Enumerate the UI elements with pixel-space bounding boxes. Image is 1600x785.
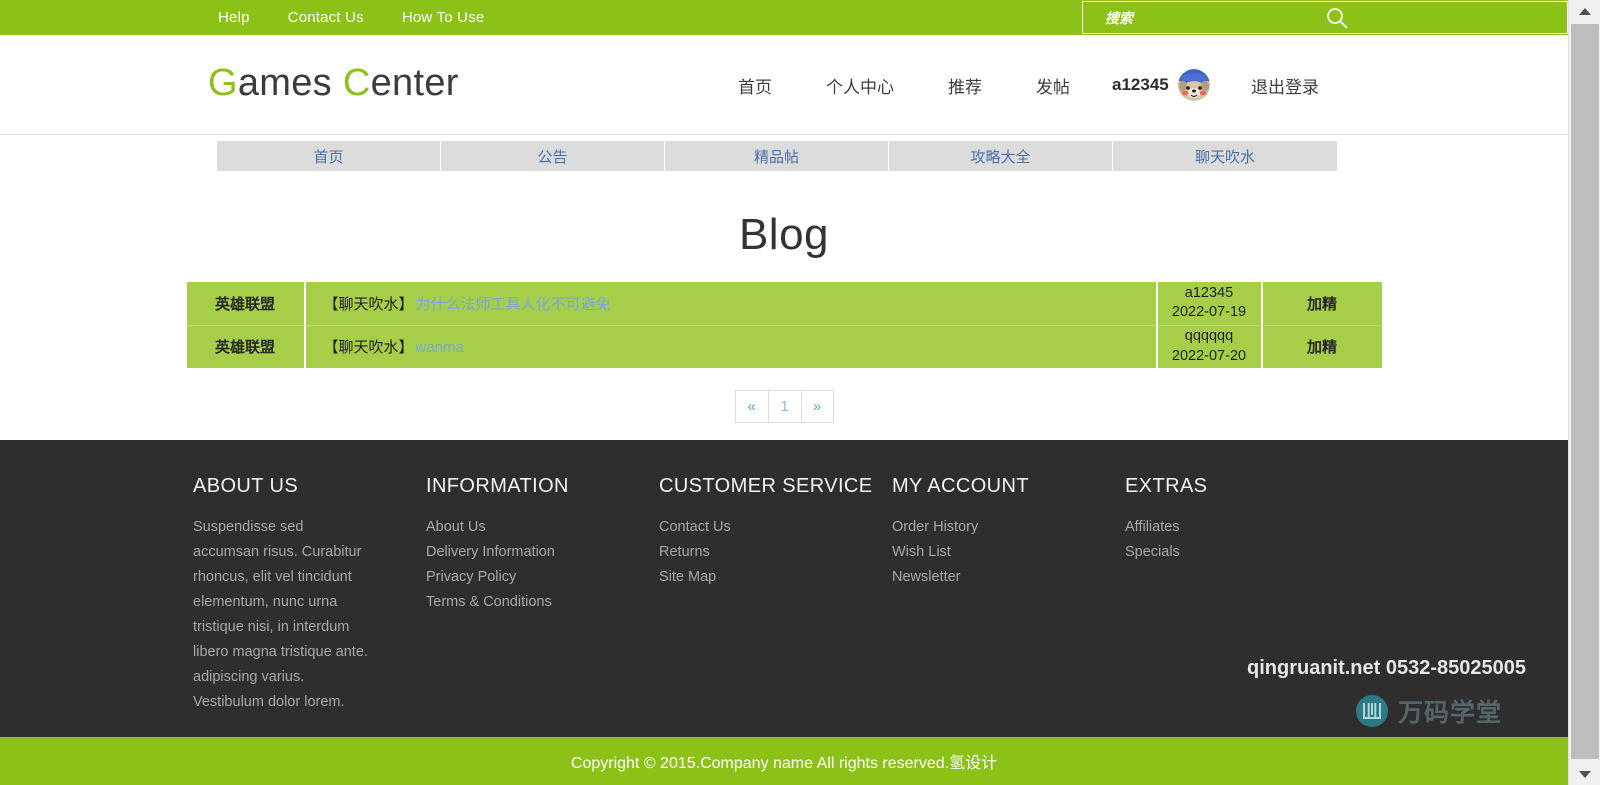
post-section-prefix: 【聊天吹水】 xyxy=(323,295,414,313)
post-author: a12345 xyxy=(1184,284,1234,301)
feature-post-button[interactable]: 加精 xyxy=(1261,325,1382,368)
pagination-next-button[interactable]: » xyxy=(800,390,834,423)
footer-columns: ABOUT US Suspendisse sed accumsan risus.… xyxy=(193,475,1358,715)
site-logo[interactable]: Games Center xyxy=(208,62,459,105)
wanma-logo-icon xyxy=(1355,694,1389,728)
user-info[interactable]: a12345 xyxy=(1112,35,1210,135)
main-navigation: 首页 个人中心 推荐 发帖 xyxy=(738,35,1097,135)
post-title-link[interactable]: wanma xyxy=(416,339,464,356)
search-input-placeholder[interactable]: 搜索 xyxy=(1105,8,1325,28)
nav-item-user-center[interactable]: 个人中心 xyxy=(799,73,921,98)
nav-item-home[interactable]: 首页 xyxy=(738,73,799,98)
footer-link-returns[interactable]: Returns xyxy=(659,540,892,565)
footer-link-order-history[interactable]: Order History xyxy=(892,515,1125,540)
footer-heading-extras: EXTRAS xyxy=(1125,475,1208,497)
site-footer: ABOUT US Suspendisse sed accumsan risus.… xyxy=(0,440,1568,737)
footer-link-newsletter[interactable]: Newsletter xyxy=(892,565,1125,590)
post-date: 2022-07-19 xyxy=(1171,304,1247,321)
footer-link-about-us[interactable]: About Us xyxy=(426,515,659,540)
footer-column-my-account: MY ACCOUNT Order History Wish List Newsl… xyxy=(892,475,1125,715)
post-category: 英雄联盟 xyxy=(186,282,306,326)
tab-home[interactable]: 首页 xyxy=(217,141,441,171)
post-author: qqqqqq xyxy=(1184,328,1234,345)
page-title: Blog xyxy=(738,210,830,259)
scroll-down-arrow-glyph xyxy=(1579,770,1591,778)
top-utility-links: Help Contact Us How To Use xyxy=(218,9,484,26)
post-table: 英雄联盟 【聊天吹水】 为什么法师工具人化不可避免 a12345 2022-07-… xyxy=(186,282,1382,368)
copyright-text: Copyright © 2015.Company name All rights… xyxy=(570,755,998,772)
footer-heading-information: INFORMATION xyxy=(426,475,569,497)
post-title-cell: 【聊天吹水】 为什么法师工具人化不可避免 xyxy=(304,282,1157,326)
footer-link-specials[interactable]: Specials xyxy=(1125,540,1358,565)
table-row[interactable]: 英雄联盟 【聊天吹水】 为什么法师工具人化不可避免 a12345 2022-07-… xyxy=(186,282,1382,326)
nav-item-recommend[interactable]: 推荐 xyxy=(921,73,1009,98)
logo-letter-c: C xyxy=(342,62,371,104)
post-section-prefix: 【聊天吹水】 xyxy=(323,339,414,357)
post-meta-cell: qqqqqq 2022-07-20 xyxy=(1155,325,1263,368)
logout-container: 退出登录 xyxy=(1251,35,1319,135)
browser-viewport: Help Contact Us How To Use 搜索 Games Cent… xyxy=(0,0,1568,785)
vertical-scrollbar[interactable] xyxy=(1568,0,1600,785)
footer-link-contact-us[interactable]: Contact Us xyxy=(659,515,892,540)
footer-about-text: Suspendisse sed accumsan risus. Curabitu… xyxy=(193,519,368,710)
footer-link-site-map[interactable]: Site Map xyxy=(659,565,892,590)
section-tab-bar: 首页 公告 精品帖 攻略大全 聊天吹水 xyxy=(0,135,1568,178)
footer-heading-my-account: MY ACCOUNT xyxy=(892,475,1029,497)
top-link-how-to-use[interactable]: How To Use xyxy=(402,9,485,26)
copyright-bar: Copyright © 2015.Company name All rights… xyxy=(0,737,1568,785)
footer-contact-info: qingruanit.net 0532-85025005 xyxy=(1246,657,1526,679)
top-link-help[interactable]: Help xyxy=(218,9,250,26)
post-table-container: 英雄联盟 【聊天吹水】 为什么法师工具人化不可避免 a12345 2022-07-… xyxy=(186,282,1382,368)
footer-link-wish-list[interactable]: Wish List xyxy=(892,540,1125,565)
pagination-prev-button[interactable]: « xyxy=(734,390,768,423)
avatar[interactable] xyxy=(1177,69,1210,101)
watermark-text: 万码学堂 xyxy=(1397,699,1502,727)
search-box[interactable]: 搜索 xyxy=(1082,1,1568,34)
logo-word-enter: enter xyxy=(370,62,459,104)
footer-link-delivery-information[interactable]: Delivery Information xyxy=(426,540,659,565)
scroll-up-arrow-glyph xyxy=(1579,7,1591,15)
tab-chat[interactable]: 聊天吹水 xyxy=(1113,141,1337,171)
footer-link-affiliates[interactable]: Affiliates xyxy=(1125,515,1358,540)
feature-post-button[interactable]: 加精 xyxy=(1261,282,1382,326)
logout-button[interactable]: 退出登录 xyxy=(1251,73,1319,98)
pagination-page-1[interactable]: 1 xyxy=(767,390,801,423)
footer-column-information: INFORMATION About Us Delivery Informatio… xyxy=(426,475,659,715)
logo-word-ames: ames xyxy=(237,62,343,104)
page-root: Help Contact Us How To Use 搜索 Games Cent… xyxy=(0,0,1600,785)
search-icon[interactable] xyxy=(1325,6,1349,30)
post-category: 英雄联盟 xyxy=(186,325,306,368)
logo-letter-g: G xyxy=(208,62,238,104)
scroll-down-arrow-icon[interactable] xyxy=(1569,763,1600,785)
scrollbar-thumb[interactable] xyxy=(1571,24,1599,759)
footer-heading-customer-service: CUSTOMER SERVICE xyxy=(659,475,873,497)
footer-link-terms-conditions[interactable]: Terms & Conditions xyxy=(426,590,659,615)
tab-guides[interactable]: 攻略大全 xyxy=(889,141,1113,171)
post-title-cell: 【聊天吹水】 wanma xyxy=(304,325,1157,368)
post-date: 2022-07-20 xyxy=(1171,347,1247,364)
footer-column-about-us: ABOUT US Suspendisse sed accumsan risus.… xyxy=(193,475,426,715)
post-title-link[interactable]: 为什么法师工具人化不可避免 xyxy=(416,296,611,313)
footer-link-privacy-policy[interactable]: Privacy Policy xyxy=(426,565,659,590)
top-link-contact-us[interactable]: Contact Us xyxy=(288,9,364,26)
post-meta-cell: a12345 2022-07-19 xyxy=(1155,282,1263,326)
table-row[interactable]: 英雄联盟 【聊天吹水】 wanma qqqqqq 2022-07-20 加精 xyxy=(186,325,1382,368)
username-label: a12345 xyxy=(1112,75,1169,94)
watermark: 万码学堂 xyxy=(1355,693,1502,729)
nav-item-new-post[interactable]: 发帖 xyxy=(1009,73,1097,98)
scroll-up-arrow-icon[interactable] xyxy=(1569,0,1600,22)
footer-heading-about-us: ABOUT US xyxy=(193,475,299,497)
pagination: « 1 » xyxy=(734,390,834,423)
tab-announcements[interactable]: 公告 xyxy=(441,141,665,171)
footer-column-customer-service: CUSTOMER SERVICE Contact Us Returns Site… xyxy=(659,475,892,715)
site-masthead: Games Center 首页 个人中心 推荐 发帖 a12345 退出登录 xyxy=(0,35,1568,135)
top-utility-bar: Help Contact Us How To Use 搜索 xyxy=(0,0,1568,35)
tab-featured-posts[interactable]: 精品帖 xyxy=(665,141,889,171)
